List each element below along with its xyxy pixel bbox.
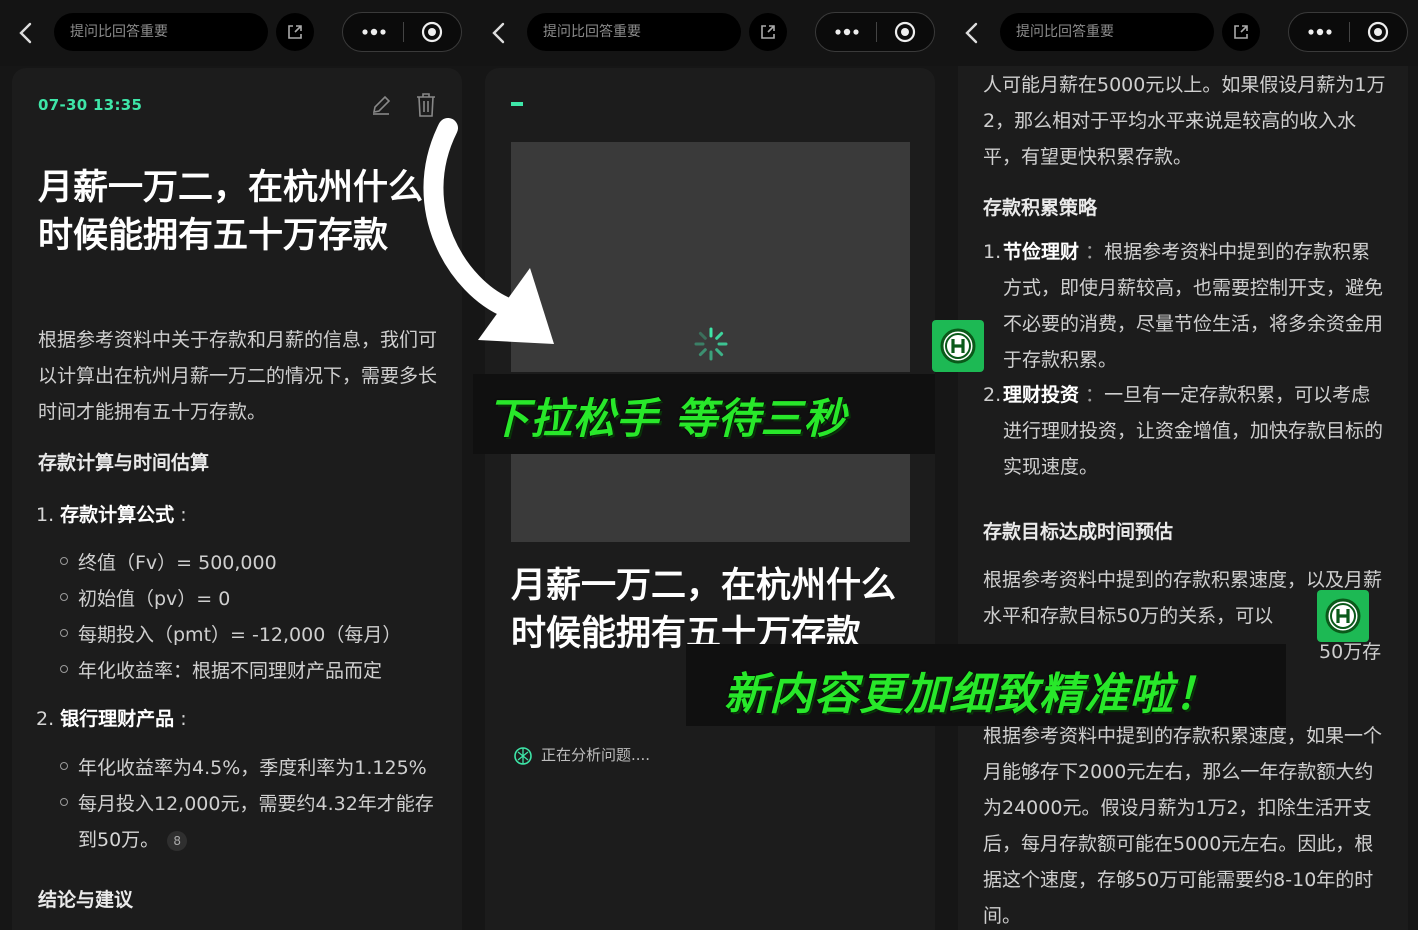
back-icon[interactable]	[487, 20, 513, 46]
loading-spinner-icon	[694, 327, 728, 361]
more-icon[interactable]	[834, 25, 860, 39]
paragraph: 人可能月薪在5000元以上。如果假设月薪为1万2，那么相对于平均水平来说是较高的…	[983, 74, 1386, 168]
share-icon	[1234, 25, 1248, 39]
top-bar: 提问比回答重要	[946, 0, 1418, 66]
share-icon	[288, 25, 302, 39]
overlay-text-new-content: 新内容更加细致精准啦！	[724, 669, 1219, 720]
more-icon[interactable]	[361, 25, 387, 39]
share-button[interactable]	[749, 13, 787, 51]
top-bar: 提问比回答重要	[0, 0, 473, 66]
analyzing-status: 正在分析问题....	[513, 744, 650, 766]
trash-icon[interactable]	[414, 92, 438, 118]
share-button[interactable]	[276, 13, 314, 51]
answer-title: 月薪一万二，在杭州什么时候能拥有五十万存款	[38, 168, 424, 256]
section-heading: 存款计算与时间估算	[38, 452, 210, 474]
citation-badge[interactable]: 8	[167, 830, 188, 851]
list-item: 1. 存款计算公式 :	[36, 504, 187, 526]
item-label: 理财投资	[1003, 384, 1080, 406]
share-button[interactable]	[1222, 13, 1260, 51]
more-icon[interactable]	[1307, 25, 1333, 39]
item-label: 银行理财产品	[60, 708, 175, 730]
search-input[interactable]: 提问比回答重要	[1000, 13, 1214, 51]
close-target-icon[interactable]	[421, 21, 443, 43]
edit-icon[interactable]	[370, 94, 392, 116]
list-item-continuation: 到50万。 8	[78, 825, 188, 852]
top-bar: 提问比回答重要	[473, 0, 946, 66]
capsule-divider	[403, 22, 404, 42]
section-heading: 存款目标达成时间预估	[983, 521, 1174, 543]
list-item: 2. 银行理财产品 :	[36, 708, 187, 730]
overlay-text-pull-release: 下拉松手 等待三秒	[487, 394, 847, 443]
image-placeholder	[511, 454, 910, 542]
item-label: 存款计算公式	[60, 504, 175, 526]
timestamp: 07-30 13:35	[38, 96, 143, 114]
ai-logo-icon	[514, 746, 532, 765]
panel-right: 提问比回答重要 人可能月薪在5000元以上。如果假设月薪为1万2，那么相对于平均…	[946, 0, 1418, 930]
search-input[interactable]: 提问比回答重要	[527, 13, 741, 51]
back-icon[interactable]	[960, 20, 986, 46]
capsule-divider	[1349, 22, 1350, 42]
share-icon	[761, 25, 775, 39]
back-icon[interactable]	[14, 20, 40, 46]
curved-arrow-icon	[423, 118, 554, 344]
capsule-divider	[876, 22, 877, 42]
search-input[interactable]: 提问比回答重要	[54, 13, 268, 51]
paragraph: 根据参考资料中提到的存款积累速度，如果一个月能够存下2000元左右，那么一年存款…	[983, 725, 1383, 927]
answer-card: 07-30 13:35 月薪一万二，在杭州什么时候能拥有五十万存款 根据参考资料…	[12, 68, 462, 930]
close-target-icon[interactable]	[894, 21, 916, 43]
panel-left: 提问比回答重要 07-30 13:35 月薪一万二，在杭州什么时候能拥有五十万存…	[0, 0, 473, 930]
loading-dash	[511, 102, 523, 106]
section-heading: 结论与建议	[38, 889, 134, 911]
item-label: 节俭理财	[1003, 241, 1080, 263]
close-target-icon[interactable]	[1367, 21, 1389, 43]
h-badge-icon[interactable]	[1317, 590, 1369, 642]
intro-paragraph: 根据参考资料中关于存款和月薪的信息，我们可以计算出在杭州月薪一万二的情况下，需要…	[38, 329, 438, 423]
mini-program-capsule	[1288, 12, 1408, 52]
section-heading: 存款积累策略	[983, 197, 1098, 219]
mini-program-capsule	[342, 12, 462, 52]
mini-program-capsule	[815, 12, 935, 52]
h-badge-icon[interactable]	[932, 320, 984, 372]
